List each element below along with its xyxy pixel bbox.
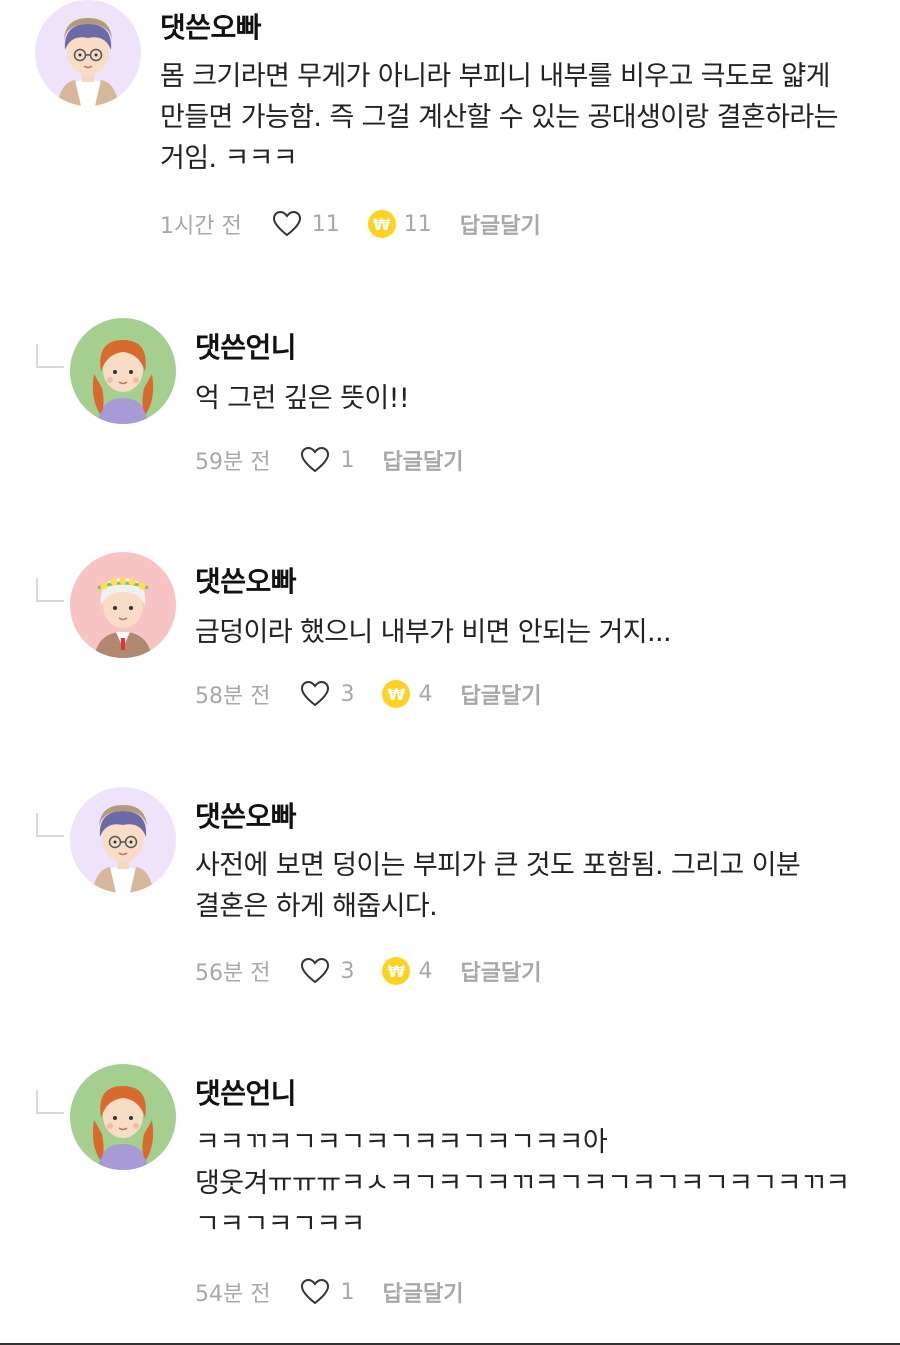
reply-item: 댓쓴언니 억 그런 깊은 뜻이!! 59분 전 1 답글달기 — [0, 318, 900, 498]
coin-count: 11 — [403, 211, 432, 237]
comment-time: 56분 전 — [195, 961, 271, 986]
reply-button[interactable]: 답글달기 — [382, 444, 463, 476]
reply-indicator — [36, 813, 64, 837]
reply-button[interactable]: 답글달기 — [460, 208, 541, 240]
coin-button[interactable]: ₩ 11 — [367, 210, 460, 238]
comment-author[interactable]: 댓쓴오빠 — [195, 795, 297, 835]
girl-braids-avatar-icon — [70, 318, 176, 424]
comment-meta: 59분 전 1 답글달기 — [195, 442, 463, 478]
boy-glasses-avatar-icon — [70, 787, 176, 893]
boy-flower-crown-avatar-icon — [70, 552, 176, 658]
avatar[interactable] — [70, 552, 176, 658]
reply-button[interactable]: 답글달기 — [460, 955, 541, 987]
comment-text: 억 그런 깊은 뜻이!! — [195, 383, 410, 414]
reply-item: 댓쓴언니 ㅋㅋㄲㅋㄱㅋㄱㅋㄱㅋㅋㄱㅋㄱㅋㅋ아 댕웃겨ㅠㅠㅠㅋㅅㅋㄱㅋㄱㅋㄲㅋㄱㅋ… — [0, 1064, 900, 1324]
comment-time: 58분 전 — [195, 684, 271, 709]
avatar[interactable] — [70, 787, 176, 893]
coin-icon: ₩ — [382, 680, 411, 708]
like-count: 3 — [340, 681, 355, 707]
reply-item: 댓쓴오빠 금덩이라 했으니 내부가 비면 안되는 거지... 58분 전 3 ₩… — [0, 552, 900, 732]
comment-meta: 54분 전 1 답글달기 — [195, 1274, 463, 1310]
comment-author[interactable]: 댓쓴언니 — [195, 1072, 297, 1112]
coin-count: 4 — [418, 681, 433, 707]
reply-indicator — [36, 578, 64, 602]
reply-button[interactable]: 답글달기 — [382, 1276, 463, 1308]
girl-braids-avatar-icon — [70, 1064, 176, 1170]
like-button[interactable]: 11 — [272, 210, 368, 238]
like-button[interactable]: 3 — [300, 957, 382, 985]
like-count: 3 — [340, 958, 355, 984]
avatar[interactable] — [70, 1064, 176, 1170]
comment-time: 1시간 전 — [160, 214, 242, 239]
like-count: 11 — [311, 211, 340, 237]
comment-meta: 56분 전 3 ₩ 4 답글달기 — [195, 953, 541, 989]
like-button[interactable]: 1 — [300, 1278, 382, 1306]
comment-meta: 58분 전 3 ₩ 4 답글달기 — [195, 676, 541, 712]
comment-text: 몸 크기라면 무게가 아니라 부피니 내부를 비우고 극도로 얇게 만들면 가능… — [160, 61, 838, 174]
reply-indicator — [36, 344, 64, 368]
comment-text: 금덩이라 했으니 내부가 비면 안되는 거지... — [195, 617, 672, 648]
comment-author[interactable]: 댓쓴언니 — [195, 326, 297, 366]
reply-indicator — [36, 1090, 64, 1114]
coin-icon: ₩ — [367, 210, 396, 238]
like-button[interactable]: 1 — [300, 446, 382, 474]
comment-item: 댓쓴오빠 몸 크기라면 무게가 아니라 부피니 내부를 비우고 극도로 얇게 만… — [0, 0, 900, 260]
comment-meta: 1시간 전 11 ₩ 11 답글달기 — [160, 206, 541, 242]
heart-icon — [301, 680, 330, 707]
comment-text: 사전에 보면 덩이는 부피가 큰 것도 포함됨. 그리고 이분 결혼은 하게 해… — [195, 850, 801, 922]
comment-author[interactable]: 댓쓴오빠 — [160, 6, 262, 46]
coin-icon: ₩ — [382, 957, 411, 985]
comment-text: ㅋㅋㄲㅋㄱㅋㄱㅋㄱㅋㅋㄱㅋㄱㅋㅋ아 댕웃겨ㅠㅠㅠㅋㅅㅋㄱㅋㄱㅋㄲㅋㄱㅋㄱㅋㄱㅋㄱ… — [195, 1127, 850, 1240]
reply-button[interactable]: 답글달기 — [460, 678, 541, 710]
heart-icon — [301, 446, 330, 473]
coin-button[interactable]: ₩ 4 — [382, 680, 460, 708]
heart-icon — [272, 210, 301, 237]
like-count: 1 — [340, 447, 355, 473]
boy-glasses-avatar-icon — [35, 0, 141, 106]
heart-icon — [301, 957, 330, 984]
coin-button[interactable]: ₩ 4 — [382, 957, 460, 985]
comment-time: 54분 전 — [195, 1282, 271, 1307]
avatar[interactable] — [35, 0, 141, 106]
avatar[interactable] — [70, 318, 176, 424]
comment-time: 59분 전 — [195, 450, 271, 475]
comment-author[interactable]: 댓쓴오빠 — [195, 560, 297, 600]
like-button[interactable]: 3 — [300, 680, 382, 708]
like-count: 1 — [340, 1279, 355, 1305]
reply-item: 댓쓴오빠 사전에 보면 덩이는 부피가 큰 것도 포함됨. 그리고 이분 결혼은… — [0, 787, 900, 1007]
heart-icon — [301, 1278, 330, 1305]
coin-count: 4 — [418, 958, 433, 984]
